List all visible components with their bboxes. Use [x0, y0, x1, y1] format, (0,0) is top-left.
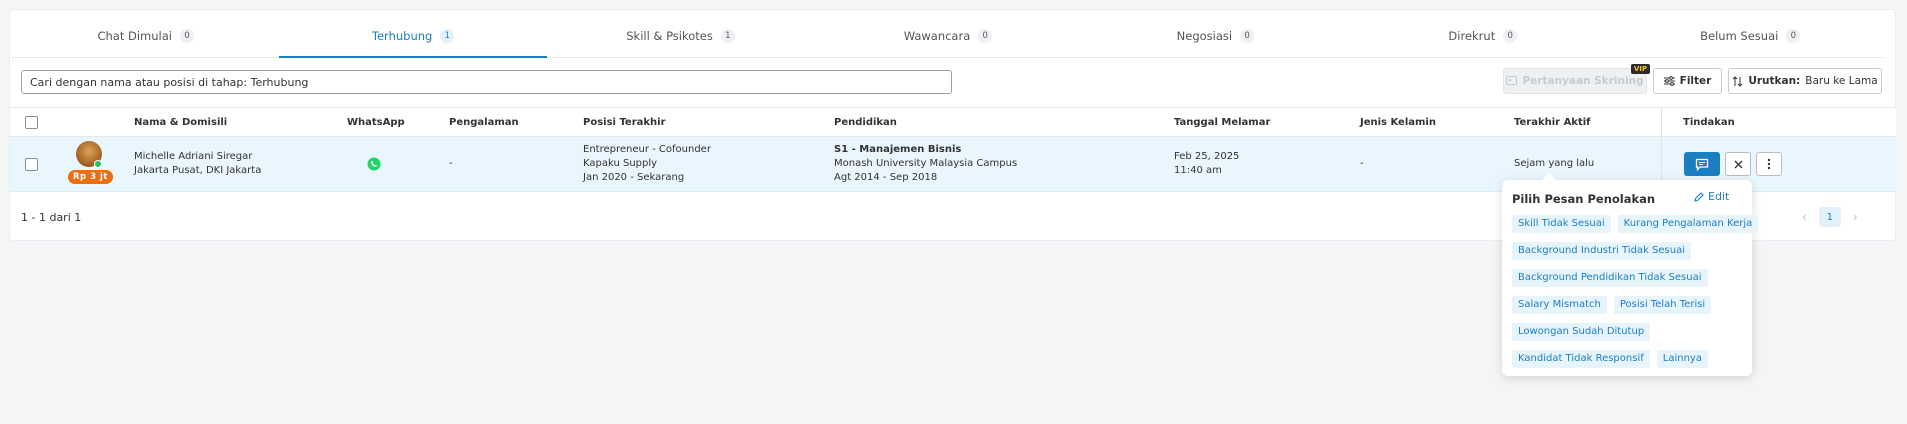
- position-company: Kapaku Supply: [583, 158, 658, 169]
- header-applied-date: Tanggal Melamar: [1174, 117, 1271, 128]
- applied-date: Feb 25, 2025: [1174, 151, 1240, 162]
- tab-count: 1: [440, 28, 455, 43]
- header-last-active: Terakhir Aktif: [1514, 117, 1591, 128]
- stage-tabs: Chat Dimulai 0 Terhubung 1 Skill & Psikote…: [12, 14, 1884, 58]
- select-all-checkbox[interactable]: [25, 116, 38, 129]
- sort-arrows-icon: [1732, 75, 1743, 87]
- sort-button[interactable]: Urutkan: Baru ke Lama: [1728, 68, 1882, 94]
- vip-badge: VIP: [1630, 64, 1650, 74]
- rejection-option-position-filled[interactable]: Posisi Telah Terisi: [1613, 296, 1712, 314]
- candidate-domicile: Jakarta Pusat, DKI Jakarta: [134, 165, 262, 176]
- tab-count: 0: [1240, 28, 1255, 43]
- gender-value: -: [1360, 158, 1364, 169]
- header-education: Pendidikan: [834, 117, 897, 128]
- header-actions: Tindakan: [1683, 117, 1735, 128]
- rejection-option-salary[interactable]: Salary Mismatch: [1512, 296, 1607, 314]
- salary-badge: Rp 3 jt: [68, 170, 113, 184]
- rejection-option-other[interactable]: Lainnya: [1656, 350, 1708, 368]
- reject-button[interactable]: [1725, 152, 1751, 176]
- tab-direkrut[interactable]: Direkrut 0: [1349, 14, 1616, 57]
- education-degree: S1 - Manajemen Bisnis: [834, 144, 962, 155]
- chat-button[interactable]: [1684, 152, 1720, 176]
- screening-questions-button[interactable]: Pertanyaan Skrining VIP: [1503, 64, 1650, 94]
- header-name: Nama & Domisili: [134, 117, 228, 128]
- tab-terhubung[interactable]: Terhubung 1: [279, 14, 548, 58]
- header-experience: Pengalaman: [449, 117, 519, 128]
- rejection-option-skill[interactable]: Skill Tidak Sesuai: [1512, 215, 1611, 233]
- position-period: Jan 2020 - Sekarang: [583, 172, 685, 183]
- more-vertical-icon: [1767, 158, 1771, 170]
- tab-wawancara[interactable]: Wawancara 0: [814, 14, 1081, 57]
- edit-button[interactable]: Edit: [1694, 190, 1729, 203]
- header-gender: Jenis Kelamin: [1360, 117, 1436, 128]
- rejection-option-vacancy-closed[interactable]: Lowongan Sudah Ditutup: [1512, 323, 1651, 341]
- pagination: ‹ 1 ›: [1802, 207, 1858, 227]
- screening-icon: [1506, 76, 1518, 85]
- online-status-dot: [94, 160, 102, 168]
- tab-count: 1: [720, 28, 735, 43]
- row-checkbox[interactable]: [25, 158, 38, 171]
- tab-chat-dimulai[interactable]: Chat Dimulai 0: [12, 14, 279, 57]
- education-period: Agt 2014 - Sep 2018: [834, 172, 938, 183]
- table-header: Nama & Domisili WhatsApp Pengalaman Posi…: [10, 107, 1896, 137]
- chevron-left-icon[interactable]: ‹: [1802, 210, 1807, 224]
- filter-button[interactable]: Filter: [1653, 68, 1722, 94]
- tab-count: 0: [978, 28, 993, 43]
- page-number-button[interactable]: 1: [1818, 207, 1841, 227]
- tab-negosiasi[interactable]: Negosiasi 0: [1082, 14, 1349, 57]
- more-options-button[interactable]: [1756, 152, 1782, 176]
- rejection-option-unresponsive[interactable]: Kandidat Tidak Responsif: [1512, 350, 1650, 368]
- chevron-right-icon[interactable]: ›: [1853, 210, 1858, 224]
- candidate-name[interactable]: Michelle Adriani Siregar: [134, 150, 261, 164]
- rejection-option-experience[interactable]: Kurang Pengalaman Kerja: [1617, 215, 1759, 233]
- tab-skill-psikotes[interactable]: Skill & Psikotes 1: [547, 14, 814, 57]
- last-active-value: Sejam yang lalu: [1514, 158, 1595, 169]
- chat-icon: [1695, 158, 1709, 171]
- header-whatsapp: WhatsApp: [347, 117, 405, 128]
- experience-value: -: [449, 158, 453, 169]
- position-title: Entrepreneur - Cofounder: [583, 144, 711, 155]
- rejection-options: Skill Tidak Sesuai Kurang Pengalaman Ker…: [1512, 215, 1759, 377]
- tab-count: 0: [1786, 28, 1801, 43]
- close-icon: [1734, 160, 1742, 168]
- education-school: Monash University Malaysia Campus: [834, 158, 1018, 169]
- rejection-message-popover: Pilih Pesan Penolakan Edit Skill Tidak S…: [1502, 173, 1759, 377]
- sliders-icon: [1663, 76, 1675, 86]
- tab-count: 0: [1503, 28, 1518, 43]
- applied-time: 11:40 am: [1174, 165, 1222, 176]
- whatsapp-icon[interactable]: [367, 157, 381, 171]
- pagination-summary: 1 - 1 dari 1: [21, 211, 82, 224]
- header-last-position: Posisi Terakhir: [583, 117, 666, 128]
- popover-title: Pilih Pesan Penolakan: [1512, 192, 1656, 206]
- tab-belum-sesuai[interactable]: Belum Sesuai 0: [1617, 14, 1884, 57]
- rejection-option-education[interactable]: Background Pendidikan Tidak Sesuai: [1512, 269, 1708, 287]
- search-input[interactable]: [21, 70, 952, 94]
- tab-count: 0: [179, 28, 194, 43]
- pencil-icon: [1694, 191, 1704, 202]
- rejection-option-industry[interactable]: Background Industri Tidak Sesuai: [1512, 242, 1691, 260]
